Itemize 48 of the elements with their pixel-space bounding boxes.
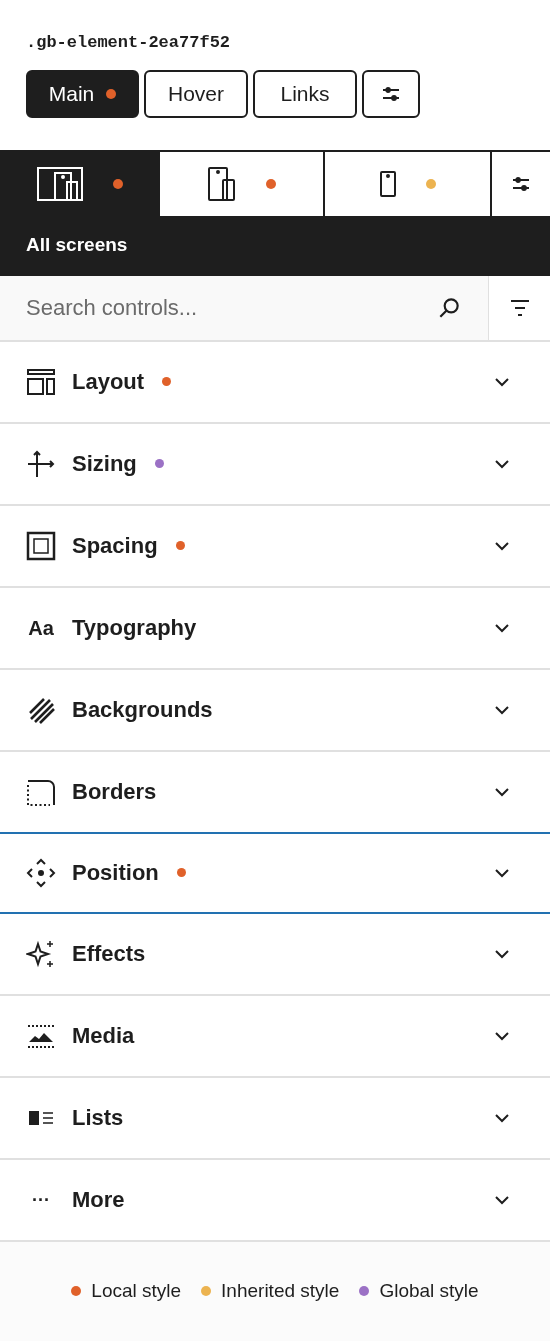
section-title: Effects xyxy=(72,940,146,968)
section-title: Sizing xyxy=(72,450,137,478)
device-tab[interactable] xyxy=(325,151,490,216)
section-title: Typography xyxy=(72,614,197,642)
chevron-icon xyxy=(494,376,510,387)
device-label: All screens xyxy=(0,215,550,276)
chevron-icon xyxy=(494,867,510,878)
state-tab[interactable]: Main xyxy=(26,69,139,118)
chevron-icon xyxy=(494,622,510,633)
chevron-icon xyxy=(494,540,510,551)
chevron-icon xyxy=(494,786,510,797)
phone-icon xyxy=(379,170,396,197)
tablet-phone-icon xyxy=(207,166,236,201)
filter-button[interactable] xyxy=(488,275,550,342)
section-title: Lists xyxy=(72,1104,124,1132)
more-icon: ··· xyxy=(26,1190,56,1209)
chevron-icon xyxy=(494,948,510,959)
settings-button[interactable] xyxy=(362,69,420,118)
section-title: Position xyxy=(72,859,159,887)
class-selector: .gb-element-2ea77f52 xyxy=(26,32,232,54)
position-icon xyxy=(26,857,56,888)
resize-arrows-icon xyxy=(26,448,56,479)
section-title: More xyxy=(72,1186,125,1214)
device-tab[interactable] xyxy=(492,151,550,216)
search-field[interactable]: Search controls... xyxy=(0,275,488,342)
chevron-icon xyxy=(494,1194,510,1205)
chevron-icon xyxy=(494,704,510,715)
layout-icon xyxy=(26,366,56,397)
device-tab[interactable] xyxy=(160,151,323,216)
section-title: Spacing xyxy=(72,532,158,560)
legend-label: Global style xyxy=(379,1279,479,1303)
state-tab[interactable]: Links xyxy=(253,69,357,118)
panel-section[interactable]: Position xyxy=(0,831,550,914)
legend-label: Local style xyxy=(91,1279,182,1303)
devices-icon xyxy=(37,166,83,201)
section-title: Borders xyxy=(72,778,157,806)
sparkles-icon xyxy=(26,938,56,969)
chevron-icon xyxy=(494,1030,510,1041)
spacing-icon xyxy=(26,530,56,561)
font-icon: Aa xyxy=(26,612,56,643)
search-input[interactable]: Search controls... xyxy=(26,291,428,324)
section-title: Layout xyxy=(72,368,145,396)
section-title: Backgrounds xyxy=(72,696,213,724)
legend-label: Inherited style xyxy=(221,1279,340,1303)
chevron-icon xyxy=(494,458,510,469)
chevron-icon xyxy=(494,1112,510,1123)
state-tab[interactable]: Hover xyxy=(144,69,248,118)
section-title: Media xyxy=(72,1022,135,1050)
